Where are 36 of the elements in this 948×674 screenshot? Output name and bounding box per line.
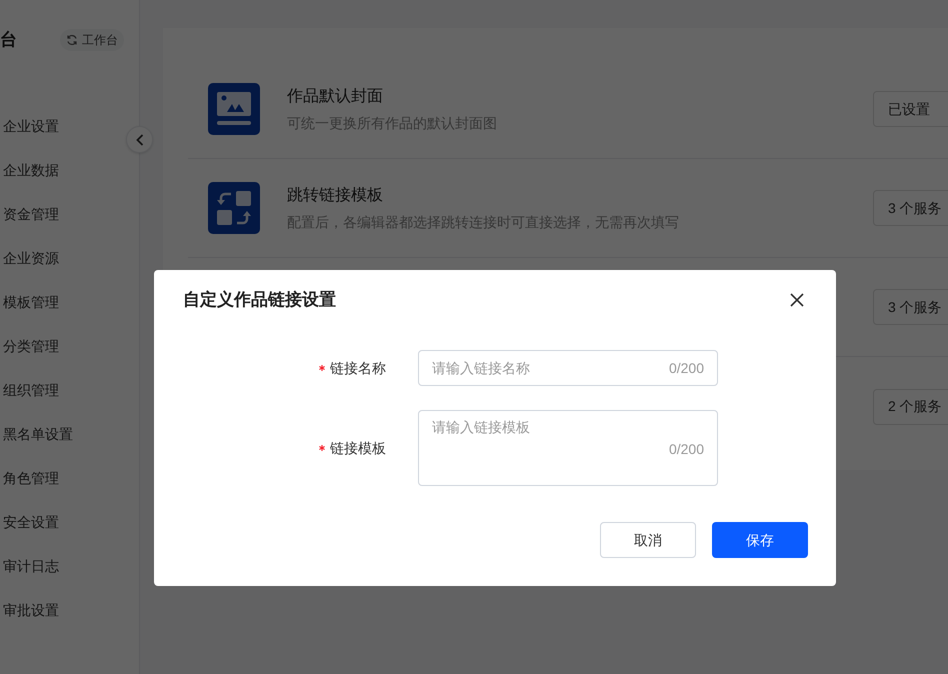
chevron-left-icon (136, 134, 144, 146)
save-button[interactable]: 保存 (712, 522, 808, 558)
menu-item[interactable]: 企业数据 (3, 160, 59, 180)
menu-item[interactable]: 黑名单设置 (3, 424, 73, 444)
field-label: 链接名称 (330, 358, 386, 378)
menu-item[interactable]: 分类管理 (3, 336, 59, 356)
menu-item[interactable]: 企业资源 (3, 248, 59, 268)
close-icon[interactable] (790, 293, 804, 307)
menu-item[interactable]: 角色管理 (3, 468, 59, 488)
setting-title: 跳转链接模板 (287, 186, 384, 206)
sidebar-title: 台 (0, 29, 17, 52)
workbench-button[interactable]: 工作台 (60, 29, 124, 51)
character-counter: 0/200 (668, 358, 704, 378)
setting-title: 作品默认封面 (287, 86, 384, 106)
menu-item[interactable]: 资金管理 (3, 204, 59, 224)
menu-item[interactable]: 安全设置 (3, 512, 59, 532)
menu-item[interactable]: 组织管理 (3, 380, 59, 400)
field-label: 链接模板 (330, 438, 386, 458)
character-counter: 0/200 (668, 440, 704, 459)
refresh-icon (66, 34, 78, 46)
menu-item[interactable]: 模板管理 (3, 292, 59, 312)
menu-item[interactable]: 企业设置 (3, 116, 59, 136)
setting-button[interactable]: 3 个服务 (873, 190, 948, 226)
setting-button[interactable]: 已设置 (873, 91, 948, 127)
swap-tiles-icon (208, 182, 260, 234)
dialog-title: 自定义作品链接设置 (183, 289, 336, 312)
setting-button[interactable]: 2 个服务 (873, 388, 948, 424)
text-input[interactable]: 请输入链接名称 (432, 358, 669, 378)
image-icon (208, 83, 260, 135)
cancel-button[interactable]: 取消 (600, 522, 696, 558)
menu-item[interactable]: 审批设置 (3, 600, 59, 620)
menu-item[interactable]: 审计日志 (3, 556, 59, 576)
setting-button[interactable]: 3 个服务 (873, 289, 948, 325)
collapse-button[interactable] (126, 126, 153, 153)
textarea-field[interactable]: 请输入链接模板 0/200 (418, 410, 718, 486)
input-field[interactable]: 请输入链接名称 0/200 (418, 350, 718, 386)
